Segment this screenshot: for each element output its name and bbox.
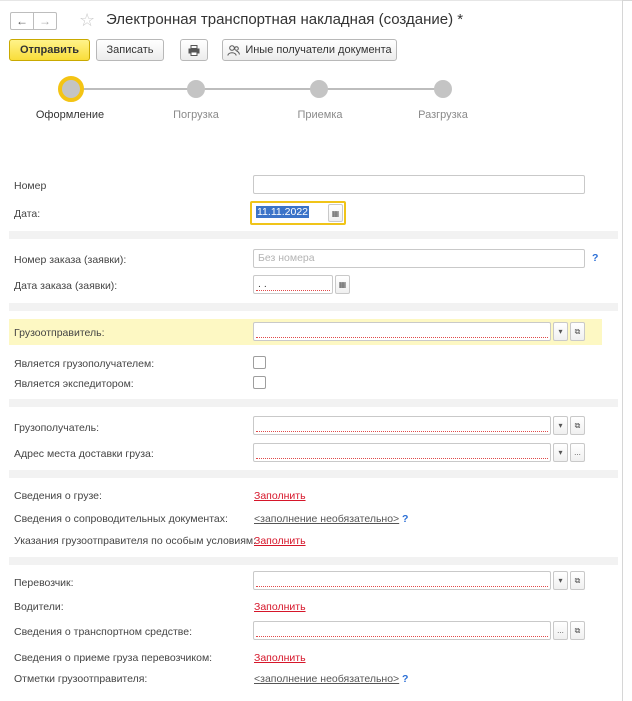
is-consignee-label: Является грузополучателем: (14, 358, 155, 370)
open-icon: ⧉ (574, 420, 581, 430)
vehicle-open-button[interactable]: ⧉ (570, 621, 585, 640)
order-number-input[interactable]: Без номера (253, 249, 585, 268)
step-label-design[interactable]: Оформление (20, 109, 120, 121)
drivers-label: Водители: (14, 601, 64, 613)
consignee-dropdown-button[interactable]: ▾ (553, 416, 568, 435)
back-button[interactable]: ← (10, 12, 34, 30)
progress-track (70, 88, 443, 90)
order-number-label: Номер заказа (заявки): (14, 254, 127, 266)
section-divider (9, 231, 618, 239)
window-corner-tick (622, 0, 632, 1)
special-conditions-fill-link[interactable]: Заполнить (254, 535, 306, 547)
carrier-dropdown-button[interactable]: ▾ (553, 571, 568, 590)
section-divider (9, 399, 618, 407)
shipper-marks-help-icon[interactable]: ? (402, 673, 408, 685)
favorite-star-icon[interactable]: ☆ (79, 10, 95, 30)
people-icon (227, 44, 241, 56)
write-button[interactable]: Записать (96, 39, 164, 61)
docs-info-help-icon[interactable]: ? (402, 513, 408, 525)
chevron-down-icon: ▾ (558, 448, 563, 457)
is-consignee-checkbox[interactable] (253, 356, 266, 369)
order-date-label: Дата заказа (заявки): (14, 280, 118, 292)
step-dot-acceptance[interactable] (310, 80, 328, 98)
step-label-acceptance[interactable]: Приемка (270, 109, 370, 121)
number-label: Номер (14, 180, 47, 192)
vehicle-select-button[interactable]: ... (553, 621, 568, 640)
order-number-placeholder: Без номера (258, 252, 315, 264)
number-input[interactable] (253, 175, 585, 194)
shipper-dropdown-button[interactable]: ▾ (553, 322, 568, 341)
cargo-info-fill-link[interactable]: Заполнить (254, 490, 306, 502)
step-dot-unloading[interactable] (434, 80, 452, 98)
other-recipients-label: Иные получатели документа (245, 44, 392, 56)
docs-info-label: Сведения о сопроводительных документах: (14, 513, 228, 525)
calendar-button[interactable]: ▦ (328, 204, 343, 222)
order-date-input[interactable]: . . (253, 275, 333, 294)
window-title: Электронная транспортная накладная (созд… (106, 11, 464, 28)
section-divider (9, 303, 618, 311)
print-button[interactable] (180, 39, 208, 61)
consignee-input[interactable] (253, 416, 551, 435)
acceptance-fill-link[interactable]: Заполнить (254, 652, 306, 664)
ellipsis-icon: ... (574, 448, 581, 457)
consignee-open-button[interactable]: ⧉ (570, 416, 585, 435)
vehicle-label: Сведения о транспортном средстве: (14, 626, 192, 638)
date-label: Дата: (14, 208, 41, 220)
is-forwarder-checkbox[interactable] (253, 376, 266, 389)
acceptance-label: Сведения о приеме груза перевозчиком: (14, 652, 213, 664)
arrow-left-icon: ← (16, 14, 28, 28)
cargo-info-label: Сведения о грузе: (14, 490, 102, 502)
shipper-label: Грузоотправитель: (14, 327, 105, 339)
step-dot-loading[interactable] (187, 80, 205, 98)
send-button[interactable]: Отправить (9, 39, 90, 61)
step-label-unloading[interactable]: Разгрузка (393, 109, 493, 121)
chevron-down-icon: ▾ (558, 327, 563, 336)
other-recipients-button[interactable]: Иные получатели документа (222, 39, 397, 61)
section-divider (9, 470, 618, 478)
open-icon: ⧉ (574, 575, 581, 585)
shipper-marks-label: Отметки грузоотправителя: (14, 673, 148, 685)
vehicle-input[interactable] (253, 621, 551, 640)
calendar-icon: ▦ (331, 208, 340, 218)
shipper-open-button[interactable]: ⧉ (570, 322, 585, 341)
shipper-input[interactable] (253, 322, 551, 341)
window-right-border (622, 0, 623, 701)
open-icon: ⧉ (574, 625, 581, 635)
delivery-address-label: Адрес места доставки груза: (14, 448, 154, 460)
carrier-open-button[interactable]: ⧉ (570, 571, 585, 590)
printer-icon (188, 44, 200, 56)
step-dot-design[interactable] (58, 76, 84, 102)
carrier-input[interactable] (253, 571, 551, 590)
shipper-marks-link[interactable]: <заполнение необязательно> (254, 673, 399, 685)
order-number-help-icon[interactable]: ? (592, 252, 598, 264)
arrow-right-icon: → (39, 14, 51, 28)
forward-button[interactable]: → (33, 12, 57, 30)
open-icon: ⧉ (574, 326, 581, 336)
date-value: 11.11.2022 (256, 206, 309, 218)
delivery-address-select-button[interactable]: ... (570, 443, 585, 462)
step-label-loading[interactable]: Погрузка (146, 109, 246, 121)
consignee-label: Грузополучатель: (14, 422, 100, 434)
chevron-down-icon: ▾ (558, 421, 563, 430)
special-conditions-label: Указания грузоотправителя по особым усло… (14, 535, 257, 547)
chevron-down-icon: ▾ (558, 576, 563, 585)
section-divider (9, 557, 618, 565)
carrier-label: Перевозчик: (14, 577, 74, 589)
is-forwarder-label: Является экспедитором: (14, 378, 134, 390)
window-top-border (0, 0, 623, 1)
calendar-icon: ▦ (338, 280, 347, 289)
delivery-address-dropdown-button[interactable]: ▾ (553, 443, 568, 462)
delivery-address-input[interactable] (253, 443, 551, 462)
ellipsis-icon: ... (557, 626, 564, 635)
drivers-fill-link[interactable]: Заполнить (254, 601, 306, 613)
order-calendar-button[interactable]: ▦ (335, 275, 350, 294)
docs-info-link[interactable]: <заполнение необязательно> (254, 513, 399, 525)
